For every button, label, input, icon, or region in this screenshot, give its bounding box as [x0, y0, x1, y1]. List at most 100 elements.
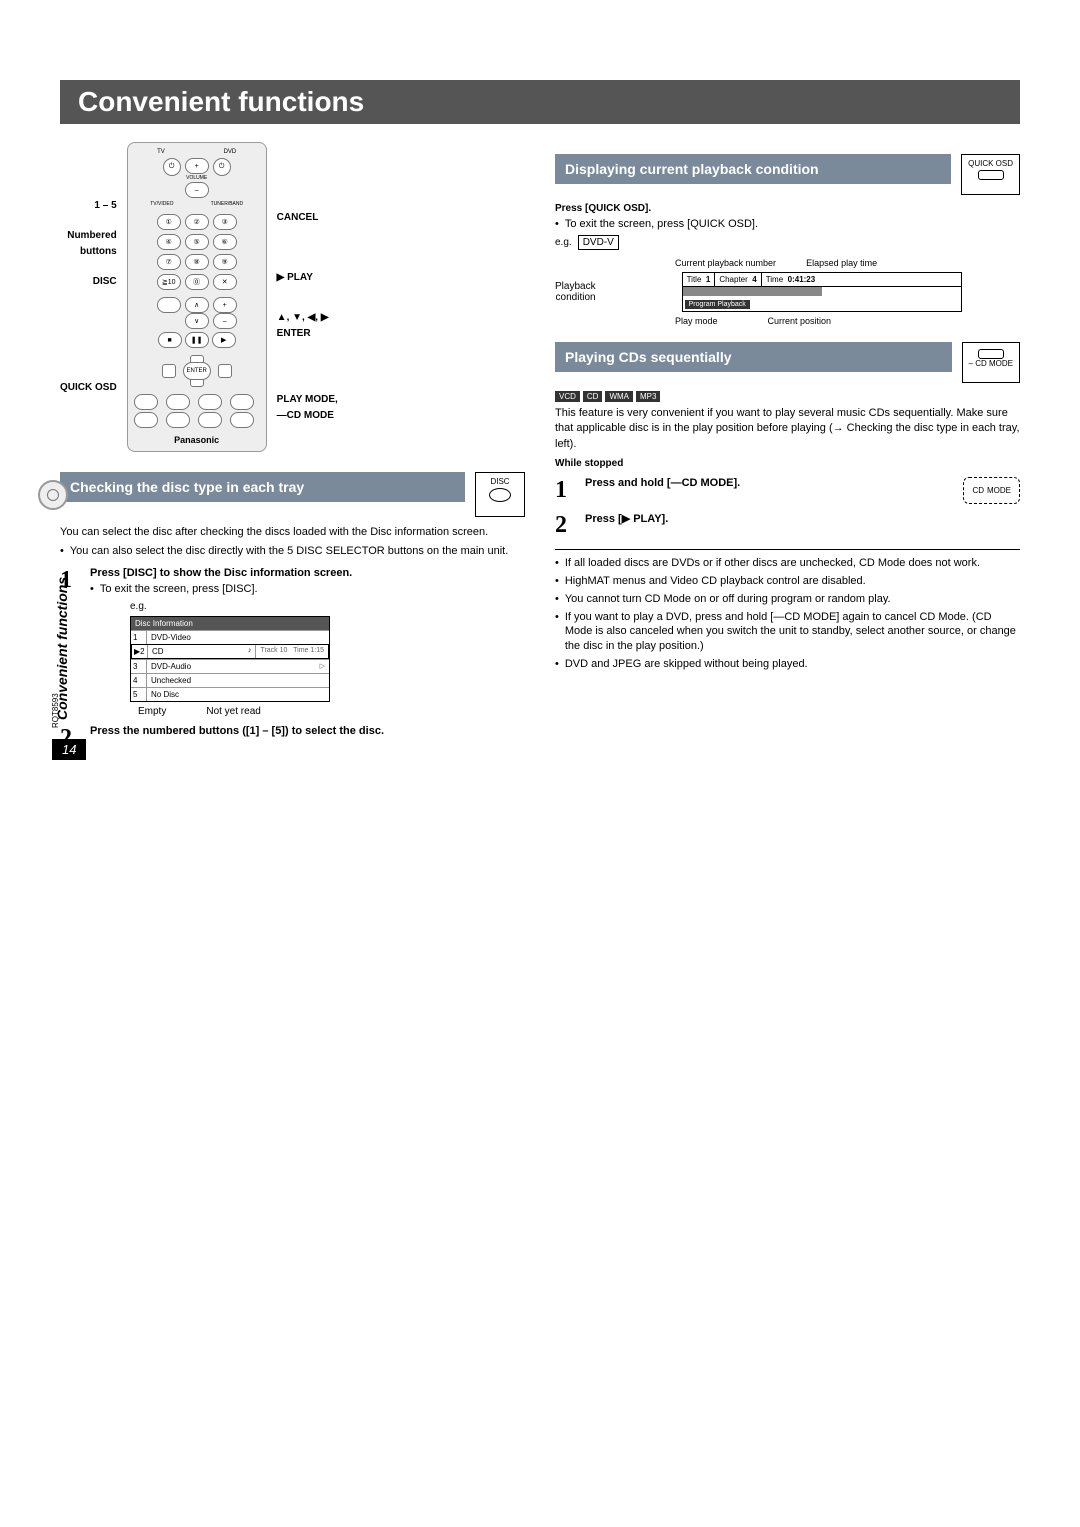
callout-empty: Empty: [138, 706, 166, 717]
callout-notread: Not yet read: [206, 706, 260, 717]
title-val: 1: [706, 275, 710, 284]
step-number: 1: [555, 477, 575, 504]
while-stopped: While stopped: [555, 458, 1020, 469]
row1-num: 1: [131, 631, 147, 644]
disc-btn: [157, 297, 181, 313]
document-code: RQT8593: [51, 693, 60, 728]
play-bullet-1: If all loaded discs are DVDs or if other…: [555, 556, 1020, 571]
time-cell: Time: [766, 275, 783, 284]
ch-up: ∧: [185, 297, 209, 313]
tag-wma: WMA: [605, 391, 633, 402]
remote-labels-right: CANCEL ▶ PLAY ▲, ▼, ◀, ▶ ENTER PLAY MODE…: [277, 156, 338, 438]
chapter-cell: Chapter: [719, 275, 747, 284]
num-3: ③: [213, 214, 237, 230]
page-title: Convenient functions: [60, 80, 1020, 124]
play-btn: ▶: [212, 332, 236, 348]
program-playback: Program Playback: [685, 300, 750, 309]
row4-type: Unchecked: [147, 674, 329, 687]
tag-vcd: VCD: [555, 391, 580, 402]
disc-info-screen: Disc Information 1DVD-Video ▶2 CD ♪ Trac…: [130, 616, 330, 702]
vol-down: –: [185, 182, 209, 198]
exit-quickosd: To exit the screen, press [QUICK OSD].: [555, 217, 1020, 232]
row4-num: 4: [131, 674, 147, 687]
label-1-5: 1 – 5: [60, 198, 117, 214]
remote-diagram: 1 – 5 Numbered buttons DISC QUICK OSD TV…: [60, 142, 525, 452]
num-5: ⑤: [185, 234, 209, 250]
step1-sub: To exit the screen, press [DISC].: [90, 582, 525, 597]
cdmode-button-icon: – CD MODE: [962, 342, 1020, 383]
row3-num: 3: [131, 660, 147, 673]
section-playing: Playing CDs sequentially – CD MODE: [555, 342, 1020, 383]
checking-bullet: You can also select the disc directly wi…: [60, 544, 525, 559]
osd-side2: condition: [555, 292, 596, 303]
num-0: ⓪: [185, 274, 209, 290]
eg-label: e.g.: [130, 601, 525, 612]
play-bullet-4: If you want to play a DVD, press and hol…: [555, 610, 1020, 655]
play-bullet-3: You cannot turn CD Mode on or off during…: [555, 592, 1020, 607]
brand-label: Panasonic: [174, 435, 219, 445]
playing-intro: This feature is very convenient if you w…: [555, 406, 1020, 452]
power-icon: ⏻: [163, 158, 181, 176]
cdmode-icon-label: – CD MODE: [969, 359, 1013, 368]
checking-step-2: 2 Press the numbered buttons ([1] – [5])…: [60, 725, 525, 752]
number-grid: ① ② ③ ④ ⑤ ⑥ ⑦ ⑧ ⑨ ≧10 ⓪ ✕: [157, 214, 237, 290]
vol-down2: –: [213, 313, 237, 329]
label-play: ▶ PLAY: [277, 270, 338, 286]
row5-num: 5: [131, 688, 147, 701]
arrow-right-icon: [218, 364, 232, 378]
osd-side1: Playback: [555, 281, 596, 292]
section-checking: Checking the disc type in each tray DISC: [60, 472, 525, 517]
subwoofer-btn: [134, 394, 158, 410]
remote-labels-left: 1 – 5 Numbered buttons DISC QUICK OSD: [60, 184, 117, 410]
pause-btn: ❚❚: [185, 332, 209, 348]
eg-label2: e.g.: [555, 237, 572, 248]
quickosd-btn: [134, 412, 158, 428]
label-tv: TV: [157, 149, 165, 155]
num-4: ④: [157, 234, 181, 250]
track-hint: Track 10: [260, 647, 287, 654]
checking-intro: You can select the disc after checking t…: [60, 525, 525, 540]
play-step2-text: Press [▶ PLAY].: [585, 512, 1020, 525]
tag-cd: CD: [583, 391, 603, 402]
arrow-left-icon: [162, 364, 176, 378]
disc-side-icon: [38, 480, 68, 510]
ch-down: ∨: [185, 313, 209, 329]
remote-control: TV DVD ⏻ + VOLUME – ⏻ TV/VIDEO TUNER/BAN…: [127, 142, 267, 452]
right-column: Displaying current playback condition QU…: [555, 142, 1020, 760]
enter-btn: ENTER: [183, 362, 211, 380]
chselect-btn: [166, 412, 190, 428]
lbl-tvvideo: TV/VIDEO: [150, 201, 173, 207]
row2-type: CD: [152, 647, 164, 656]
cancel-btn: ✕: [213, 274, 237, 290]
play-bullet-2: HighMAT menus and Video CD playback cont…: [555, 574, 1020, 589]
osd-label-botright: Current position: [768, 316, 832, 326]
chapter-val: 4: [752, 275, 756, 284]
playing-step-1: 1 Press and hold [—CD MODE]. CDMODE: [555, 477, 1020, 504]
row2-num: ▶2: [132, 645, 148, 658]
disc-button-icon: DISC: [475, 472, 525, 517]
disc-icon-label: DISC: [490, 477, 509, 486]
osd-label-botleft: Play mode: [675, 316, 718, 326]
left-column: 1 – 5 Numbered buttons DISC QUICK OSD TV…: [60, 142, 525, 760]
lbl-tuner: TUNER/BAND: [211, 201, 244, 207]
osd-label-topleft: Current playback number: [675, 258, 776, 268]
row5-type: No Disc: [147, 688, 329, 701]
title-cell: Title: [687, 275, 702, 284]
label-quickosd: QUICK OSD: [60, 380, 117, 396]
num-8: ⑧: [185, 254, 209, 270]
step1-text: Press [DISC] to show the Disc informatio…: [90, 567, 525, 579]
label-dvd: DVD: [224, 149, 237, 155]
quickosd-icon-label: QUICK OSD: [968, 159, 1013, 168]
pl2-btn: [230, 394, 254, 410]
dvd-power: ⏻: [213, 158, 231, 176]
row3-type: DVD-Audio: [147, 660, 316, 673]
muting-btn: [230, 412, 254, 428]
step2-text: Press the numbered buttons ([1] – [5]) t…: [90, 725, 525, 737]
label-playmode: PLAY MODE, —CD MODE: [277, 392, 338, 424]
row1-type: DVD-Video: [147, 631, 329, 644]
num-ge10: ≧10: [157, 274, 181, 290]
format-dvdv: DVD-V: [578, 235, 619, 250]
section-title-playing: Playing CDs sequentially: [555, 342, 952, 372]
label-volume: VOLUME: [185, 175, 209, 181]
section-title-checking: Checking the disc type in each tray: [60, 472, 465, 502]
